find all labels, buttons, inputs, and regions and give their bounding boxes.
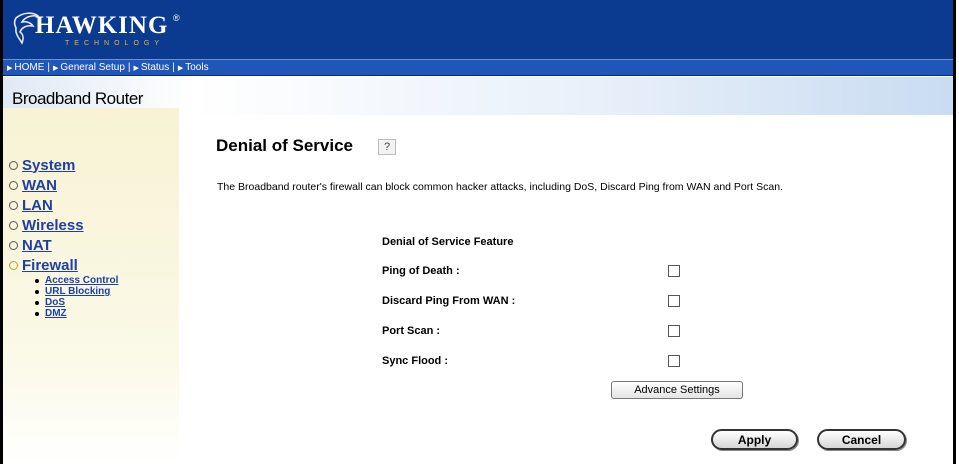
nav-separator: | [127, 62, 131, 73]
submenu-item-label: DoS [45, 297, 65, 308]
apply-button[interactable]: Apply [711, 429, 798, 450]
sidebar-item-label: WAN [22, 176, 57, 194]
sidebar-item-label: LAN [22, 196, 53, 214]
circle-bullet-icon [9, 160, 18, 170]
advance-settings-button[interactable]: Advance Settings [611, 381, 743, 399]
nav-tools-label: Tools [185, 62, 209, 73]
sidebar-item-lan[interactable]: LAN [9, 195, 118, 215]
submenu-item-label: URL Blocking [45, 286, 111, 297]
nav-tools[interactable]: ▶ Tools [178, 62, 209, 73]
submenu-item-dmz[interactable]: DMZ [35, 308, 118, 319]
main-content: Denial of Service ? The Broadband router… [179, 115, 952, 464]
submenu-item-label: DMZ [45, 308, 67, 319]
product-title: Broadband Router [12, 89, 143, 108]
sidebar-item-label: Firewall [22, 256, 78, 274]
nav-status-label: Status [140, 62, 170, 73]
page-title: Denial of Service [216, 136, 354, 155]
nav-separator: | [47, 62, 50, 73]
firewall-submenu: Access Control URL Blocking DoS DMZ [9, 275, 118, 319]
sync-flood-checkbox[interactable] [668, 355, 680, 367]
nav-general-setup-label: General Setup [60, 62, 125, 73]
circle-bullet-icon [9, 240, 18, 250]
dot-bullet-icon [35, 289, 39, 294]
ping-of-death-label: Ping of Death : [382, 265, 460, 277]
sidebar-menu: System WAN LAN Wireless NAT Firewall Acc… [9, 155, 118, 319]
sidebar-item-system[interactable]: System [9, 155, 118, 175]
nav-home-label: HOME [14, 62, 45, 73]
circle-bullet-icon [9, 200, 18, 210]
port-scan-checkbox[interactable] [668, 325, 680, 337]
help-icon[interactable]: ? [378, 139, 396, 155]
sidebar-item-nat[interactable]: NAT [9, 235, 118, 255]
brand-name: HAWKING [35, 12, 169, 39]
sidebar-tab [3, 108, 179, 118]
sidebar-item-wireless[interactable]: Wireless [9, 215, 118, 235]
arrow-right-icon: ▶ [7, 64, 13, 72]
nav-home[interactable]: ▶ HOME [3, 62, 44, 73]
discard-ping-label: Discard Ping From WAN : [382, 295, 516, 307]
sidebar-item-label: System [22, 156, 76, 174]
top-nav: ▶ HOME | ▶ General Setup | ▶ Status | ▶ Tool… [3, 59, 953, 76]
nav-separator: | [172, 62, 175, 73]
arrow-right-icon: ▶ [53, 64, 59, 72]
sidebar-item-firewall[interactable]: Firewall [9, 255, 118, 275]
dot-bullet-icon [35, 278, 39, 283]
submenu-item-access-control[interactable]: Access Control [35, 275, 118, 286]
sidebar-item-label: Wireless [22, 216, 84, 234]
header-banner: HAWKING ® TECHNOLOGY [3, 0, 953, 59]
sidebar-item-wan[interactable]: WAN [9, 175, 118, 195]
discard-ping-checkbox[interactable] [668, 295, 680, 307]
registered-mark: ® [173, 13, 180, 23]
port-scan-label: Port Scan : [382, 325, 441, 337]
ping-of-death-checkbox[interactable] [668, 265, 680, 277]
submenu-item-dos[interactable]: DoS [35, 297, 118, 308]
arrow-right-icon: ▶ [177, 64, 184, 72]
sidebar-item-label: NAT [22, 236, 52, 254]
submenu-item-label: Access Control [45, 275, 119, 286]
nav-status[interactable]: ▶ Status [134, 62, 170, 73]
nav-general-setup[interactable]: ▶ General Setup [53, 62, 125, 73]
circle-bullet-icon [9, 220, 18, 230]
feature-heading: Denial of Service Feature [382, 236, 514, 248]
dot-bullet-icon [35, 300, 39, 305]
circle-bullet-icon [9, 180, 18, 190]
circle-bullet-active-icon [9, 260, 18, 270]
submenu-item-url-blocking[interactable]: URL Blocking [35, 286, 118, 297]
brand-tagline: TECHNOLOGY [65, 40, 165, 47]
page-description: The Broadband router's firewall can bloc… [217, 181, 783, 193]
dot-bullet-icon [35, 311, 39, 316]
sync-flood-label: Sync Flood : [382, 355, 448, 367]
arrow-right-icon: ▶ [133, 64, 139, 72]
cancel-button[interactable]: Cancel [817, 429, 906, 450]
firewall-submenu-container: Access Control URL Blocking DoS DMZ [9, 275, 118, 319]
